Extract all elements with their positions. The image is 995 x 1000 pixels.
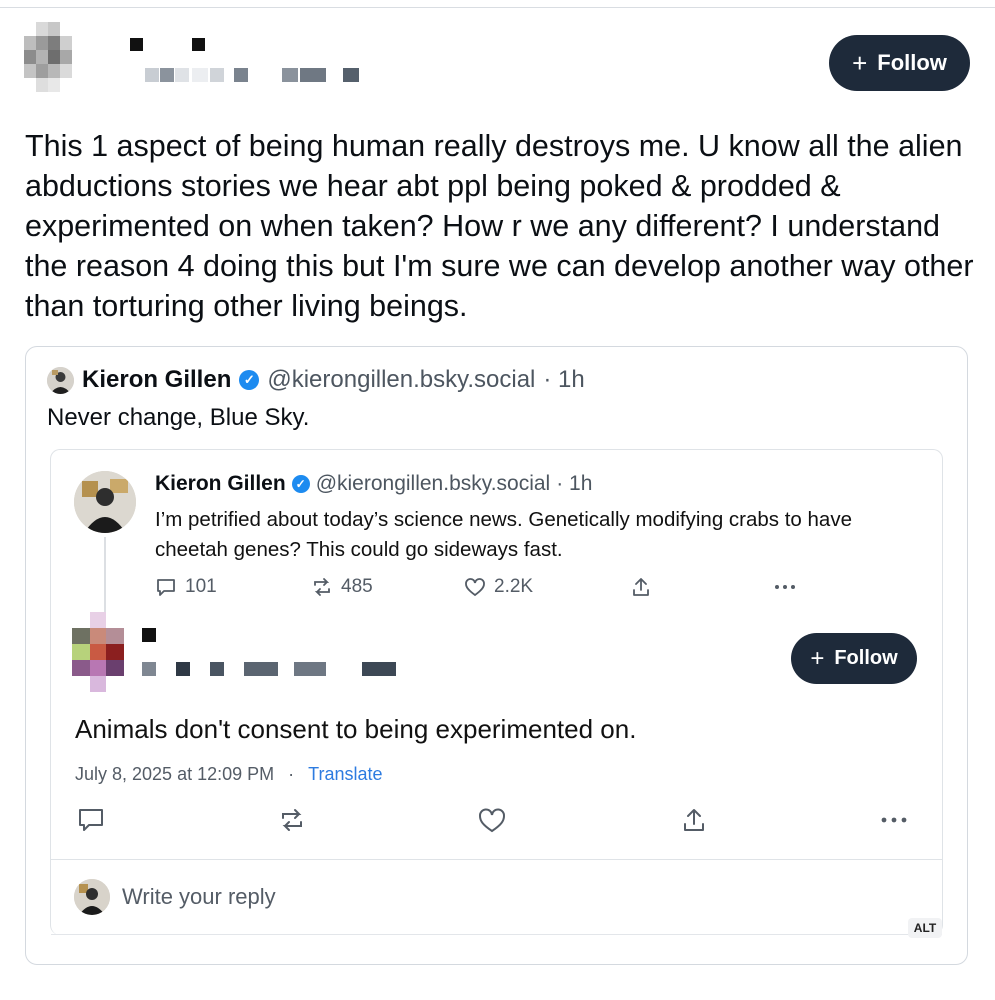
post-time: · 1h <box>543 366 585 393</box>
avatar-photo-icon <box>74 879 110 915</box>
like-count: 2.2K <box>494 576 534 597</box>
author-handle: @kierongillen.bsky.social <box>315 472 551 495</box>
verified-badge-icon: ✓ <box>239 370 260 390</box>
follow-button: + Follow <box>791 633 917 684</box>
write-reply-input: Write your reply <box>122 884 276 909</box>
alt-text-badge[interactable]: ALT <box>908 918 942 938</box>
top-divider <box>0 7 995 8</box>
author-name: Kieron Gillen <box>155 472 286 495</box>
verified-badge-icon: ✓ <box>291 475 310 493</box>
thread-line <box>104 537 106 617</box>
more-dots-icon <box>775 585 795 589</box>
like-count-action: 2.2K <box>464 576 533 598</box>
post-time: · 1h <box>556 472 593 495</box>
author-name[interactable]: Kieron Gillen <box>82 366 231 394</box>
translate-link: Translate <box>308 764 383 784</box>
divider <box>51 934 942 935</box>
reply-meta: July 8, 2025 at 12:09 PM · Translate <box>75 764 383 785</box>
like-action <box>478 806 506 839</box>
share-icon <box>633 578 649 596</box>
comment-icon <box>79 809 103 831</box>
censored-reply-author <box>72 612 402 694</box>
reply-count-action: 101 <box>155 576 217 598</box>
quoted-post-text: Never change, Blue Sky. <box>47 404 310 431</box>
repost-count: 485 <box>341 576 373 597</box>
reply-timestamp: July 8, 2025 at 12:09 PM <box>75 764 275 784</box>
meta-separator: · <box>288 764 295 784</box>
share-action <box>680 806 708 839</box>
author-handle[interactable]: @kierongillen.bsky.social <box>267 366 535 394</box>
plus-icon: + <box>810 644 825 672</box>
follow-label: Follow <box>877 50 947 75</box>
reply-action <box>77 806 105 839</box>
post-text: This 1 aspect of being human really dest… <box>25 129 974 323</box>
repost-icon <box>282 809 302 831</box>
more-action <box>772 576 798 598</box>
comment-icon <box>157 579 175 596</box>
repost-action <box>278 806 306 839</box>
repost-icon <box>314 578 330 596</box>
follow-label: Follow <box>834 647 898 669</box>
avatar-photo-icon <box>74 471 136 533</box>
reply-count: 101 <box>185 576 217 597</box>
follow-button[interactable]: + Follow <box>829 35 970 91</box>
share-action <box>630 576 652 598</box>
plus-icon: + <box>852 48 868 78</box>
share-icon <box>684 809 704 831</box>
divider <box>51 859 942 860</box>
more-dots-icon <box>881 817 907 823</box>
quoted-post-header: Kieron Gillen ✓ @kierongillen.bsky.socia… <box>47 366 585 394</box>
heart-icon <box>479 808 505 833</box>
heart-icon <box>465 578 485 597</box>
avatar <box>74 879 110 915</box>
avatar-photo-icon <box>47 366 74 394</box>
more-action <box>878 806 910 839</box>
avatar[interactable] <box>24 22 84 98</box>
avatar[interactable] <box>47 366 74 394</box>
avatar <box>74 471 136 533</box>
original-post-text: I’m petrified about today’s science news… <box>155 508 852 561</box>
censored-display-name <box>130 38 370 88</box>
reply-text: Animals don't consent to being experimen… <box>75 714 637 744</box>
original-post-header: Kieron Gillen ✓ @kierongillen.bsky.socia… <box>155 472 592 496</box>
repost-count-action: 485 <box>311 576 373 598</box>
